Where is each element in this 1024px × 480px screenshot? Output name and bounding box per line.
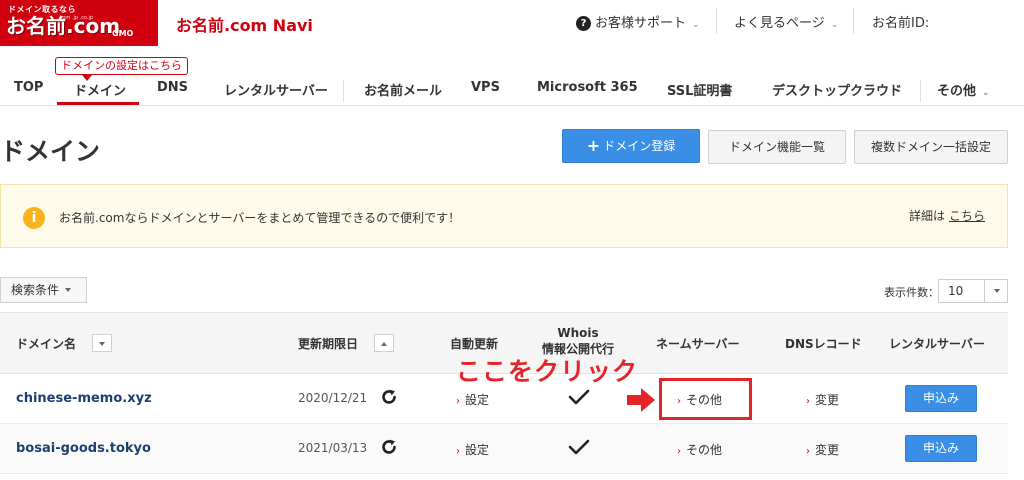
page-root: ドメイン取るなら お名前.com .com .jp .co.jp GMO お名前… xyxy=(0,0,1024,480)
col-auto-renew: 自動更新 xyxy=(450,337,499,351)
nav-item-other[interactable]: その他 ⌄ xyxy=(937,80,990,99)
caret-down-icon xyxy=(993,289,1000,293)
support-label: お客様サポート xyxy=(595,16,687,31)
nav-divider xyxy=(920,80,921,102)
info-detail-label: 詳細は xyxy=(908,209,945,223)
bulk-domain-settings-button[interactable]: 複数ドメイン一括設定 xyxy=(854,130,1008,164)
page-title: ドメイン xyxy=(0,137,101,166)
chevron-down-icon: ⌄ xyxy=(830,20,839,30)
click-here-annotation: ここをクリック xyxy=(456,357,639,386)
auto-renew-link[interactable]: › 設定 xyxy=(456,391,489,408)
expiry-date: 2021/03/13 xyxy=(298,441,368,455)
col-domain-name: ドメイン名 xyxy=(16,337,77,351)
rental-apply-button[interactable]: 申込み xyxy=(905,435,977,462)
page-size-caret[interactable] xyxy=(984,279,1008,303)
col-dns-record: DNSレコード xyxy=(785,337,862,351)
nav-item-vps[interactable]: VPS xyxy=(471,80,500,95)
dns-record-link[interactable]: › 変更 xyxy=(806,441,839,458)
chevron-right-icon: › xyxy=(806,446,810,457)
domain-feature-list-button[interactable]: ドメイン機能一覧 xyxy=(708,130,846,164)
info-detail: 詳細は こちら xyxy=(909,207,985,224)
plus-icon: + xyxy=(586,136,601,155)
info-detail-link[interactable]: こちら xyxy=(949,209,985,223)
onamae-logo[interactable]: ドメイン取るなら お名前.com .com .jp .co.jp GMO xyxy=(0,0,158,46)
header-divider xyxy=(716,8,717,34)
page-size-label: 表示件数： xyxy=(884,286,939,299)
header-divider xyxy=(853,8,854,34)
faq-menu[interactable]: よく見るページ ⌄ xyxy=(734,12,838,31)
search-conditions-button[interactable]: 検索条件 xyxy=(0,277,87,303)
dns-record-label: 変更 xyxy=(815,443,840,457)
checkmark-icon xyxy=(568,389,590,405)
nav-item-top[interactable]: TOP xyxy=(14,80,43,95)
nameserver-label: その他 xyxy=(686,443,723,457)
table-row: bosai-goods.tokyo 2021/03/13 › 設定 › その他 › 変… xyxy=(0,424,1008,474)
register-domain-button[interactable]: + ドメイン登録 xyxy=(562,129,700,163)
info-message: お名前.comならドメインとサーバーをまとめて管理できるので便利です！ xyxy=(59,211,461,225)
domain-sort-button[interactable] xyxy=(92,334,112,352)
logo-subdomains: .com .jp .co.jp xyxy=(58,15,94,21)
brand-title[interactable]: お名前.com Navi xyxy=(176,12,313,36)
nav-item-ssl[interactable]: SSL証明書 xyxy=(667,80,732,99)
question-icon: ? xyxy=(576,16,591,31)
nav-item-mail[interactable]: お名前メール xyxy=(364,80,442,99)
checkmark-icon xyxy=(568,439,590,455)
red-arrow-icon xyxy=(627,388,655,412)
col-nameserver: ネームサーバー xyxy=(656,337,740,351)
domain-settings-tooltip: ドメインの設定はこちら xyxy=(55,57,188,75)
nav-item-dns[interactable]: DNS xyxy=(157,80,188,95)
search-conditions-label: 検索条件 xyxy=(11,283,60,297)
highlight-box xyxy=(659,378,752,420)
col-expiry-date: 更新期限日 xyxy=(298,337,359,351)
auto-renew-icon xyxy=(382,439,396,454)
info-icon: i xyxy=(23,207,45,229)
rental-apply-button[interactable]: 申込み xyxy=(905,385,977,412)
col-rental-server: レンタルサーバー xyxy=(889,337,985,351)
support-menu[interactable]: ? お客様サポート ⌄ xyxy=(576,12,700,31)
chevron-down-icon: ⌄ xyxy=(982,88,990,98)
nav-item-other-label: その他 xyxy=(937,84,977,99)
info-banner: i お名前.comならドメインとサーバーをまとめて管理できるので便利です！ 詳細… xyxy=(0,184,1008,248)
chevron-right-icon: › xyxy=(456,446,460,457)
expiry-sort-button[interactable] xyxy=(374,334,394,352)
nav-item-rental-server[interactable]: レンタルサーバー xyxy=(224,80,328,99)
nav-divider xyxy=(343,80,344,102)
domain-name-link[interactable]: chinese-memo.xyz xyxy=(16,391,152,406)
dns-record-link[interactable]: › 変更 xyxy=(806,391,839,408)
domain-name-link[interactable]: bosai-goods.tokyo xyxy=(16,441,151,456)
nav-item-microsoft365[interactable]: Microsoft 365 xyxy=(537,80,638,95)
register-domain-label: ドメイン登録 xyxy=(603,139,676,153)
faq-label: よく見るページ xyxy=(734,16,825,31)
main-nav: ドメインの設定はこちら TOP ドメイン DNS レンタルサーバー お名前メール… xyxy=(0,56,1024,106)
user-id-label: お名前ID: xyxy=(872,16,930,31)
auto-renew-link[interactable]: › 設定 xyxy=(456,441,489,458)
chevron-down-icon: ⌄ xyxy=(692,20,700,30)
sort-up-icon xyxy=(381,342,387,346)
top-header: ドメイン取るなら お名前.com .com .jp .co.jp GMO お名前… xyxy=(0,0,1024,48)
nav-item-desktop-cloud[interactable]: デスクトップクラウド xyxy=(772,80,902,99)
caret-down-icon xyxy=(65,288,72,292)
col-whois-line1: Whois xyxy=(557,326,599,340)
nav-item-domain[interactable]: ドメイン xyxy=(74,80,126,99)
expiry-date: 2020/12/21 xyxy=(298,391,368,405)
auto-renew-icon xyxy=(382,389,396,404)
auto-renew-label: 設定 xyxy=(465,393,490,407)
dns-record-label: 変更 xyxy=(815,393,840,407)
chevron-right-icon: › xyxy=(677,446,681,457)
active-tab-indicator xyxy=(57,102,139,105)
nameserver-link[interactable]: › その他 xyxy=(677,441,722,458)
logo-gmo: GMO xyxy=(112,29,134,38)
sort-down-icon xyxy=(99,342,105,346)
chevron-right-icon: › xyxy=(806,396,810,407)
chevron-right-icon: › xyxy=(456,396,460,407)
auto-renew-label: 設定 xyxy=(465,443,490,457)
